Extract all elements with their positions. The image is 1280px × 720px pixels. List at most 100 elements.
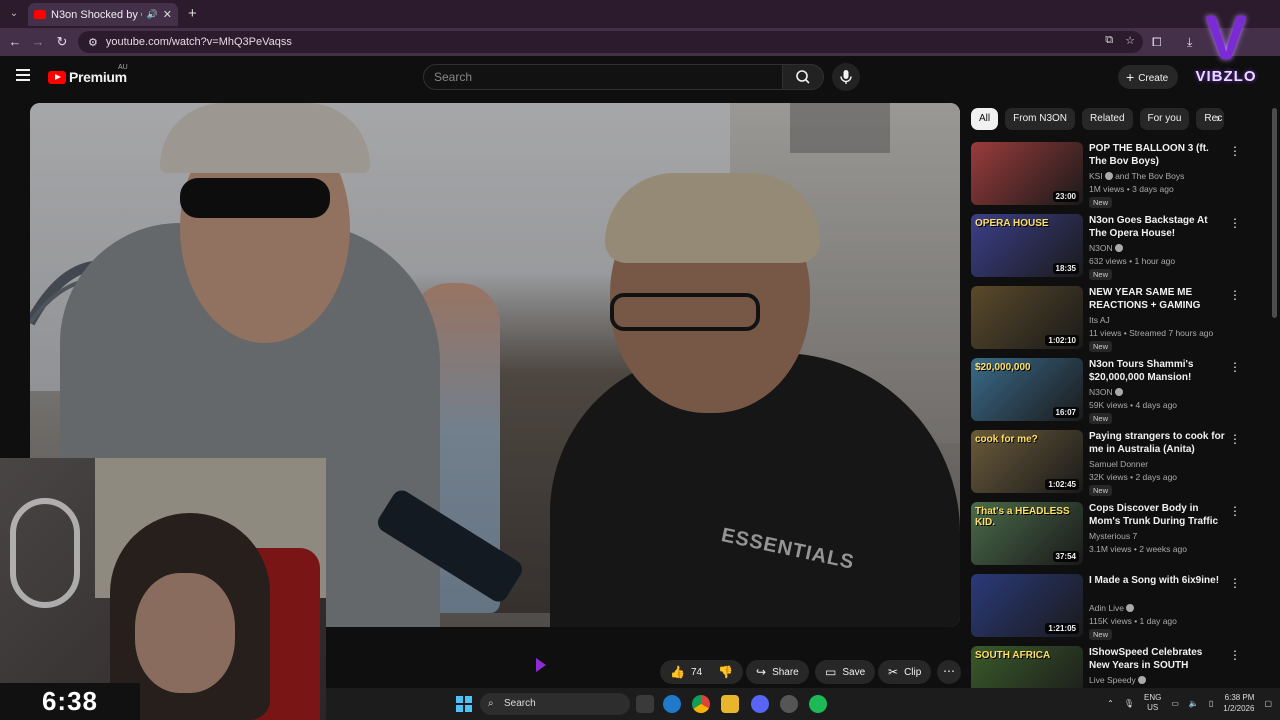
scrollbar[interactable] bbox=[1272, 98, 1277, 688]
channel-name[interactable]: Mysterious 7 bbox=[1089, 531, 1137, 541]
search-input[interactable]: Search bbox=[423, 64, 783, 90]
chip-related[interactable]: Related bbox=[1082, 108, 1133, 130]
create-button[interactable]: + Create bbox=[1118, 65, 1178, 89]
new-tab-button[interactable]: + bbox=[188, 5, 197, 22]
more-options-icon[interactable]: ⋮ bbox=[1229, 576, 1241, 590]
verified-icon bbox=[1137, 676, 1146, 684]
channel-name[interactable]: KSI and The Bov Boys bbox=[1089, 171, 1184, 181]
recommendation-item[interactable]: 1:21:05 I Made a Song with 6ix9ine! Adin L… bbox=[971, 574, 1271, 646]
channel-name[interactable]: N3ON bbox=[1089, 243, 1123, 253]
video-title[interactable]: I Made a Song with 6ix9ine! bbox=[1089, 574, 1225, 587]
webcam-overlay: 6:38 bbox=[0, 458, 326, 720]
recommendation-item[interactable]: cook for me? 1:02:45 Paying strangers to c… bbox=[971, 430, 1271, 502]
save-button[interactable]: ▭ Save bbox=[815, 660, 876, 684]
tray-chevron-icon[interactable]: ⌃ bbox=[1107, 699, 1114, 708]
voice-search-button[interactable] bbox=[832, 63, 860, 91]
tab-close-icon[interactable]: ✕ bbox=[163, 8, 172, 21]
site-info-icon[interactable]: ⚙ bbox=[88, 36, 98, 49]
channel-name[interactable]: Live Speedy bbox=[1089, 675, 1146, 685]
more-options-icon[interactable]: ⋮ bbox=[1229, 144, 1241, 158]
more-options-icon[interactable]: ⋮ bbox=[1229, 648, 1241, 662]
tab-audio-icon[interactable]: 🔊 bbox=[147, 9, 158, 20]
menu-icon[interactable] bbox=[16, 69, 30, 81]
video-title[interactable]: NEW YEAR SAME ME REACTIONS + GAMING WITH… bbox=[1089, 286, 1225, 312]
file-explorer-icon[interactable] bbox=[721, 695, 739, 713]
video-title[interactable]: Paying strangers to cook for me in Austr… bbox=[1089, 430, 1225, 456]
browser-tab[interactable]: N3on Shocked by Crazy Ma 🔊 ✕ bbox=[28, 3, 178, 26]
battery-icon[interactable]: ▯ bbox=[1209, 699, 1213, 708]
video-title[interactable]: N3on Tours Shammi's $20,000,000 Mansion! bbox=[1089, 358, 1225, 384]
dislike-group: 👎 bbox=[708, 660, 743, 684]
video-thumbnail[interactable]: cook for me? 1:02:45 bbox=[971, 430, 1083, 493]
share-group: ↪ Share bbox=[746, 660, 809, 684]
more-options-icon[interactable]: ⋮ bbox=[1229, 504, 1241, 518]
youtube-play-icon bbox=[48, 70, 66, 84]
chip-for-you[interactable]: For you bbox=[1139, 108, 1190, 130]
recommendation-item[interactable]: 1:02:10 NEW YEAR SAME ME REACTIONS + GAMI… bbox=[971, 286, 1271, 358]
channel-name[interactable]: Its AJ bbox=[1089, 315, 1110, 325]
more-actions-icon[interactable]: ⋯ bbox=[937, 660, 961, 684]
channel-watermark: V VIBZLO bbox=[1178, 6, 1274, 90]
more-options-icon[interactable]: ⋮ bbox=[1229, 360, 1241, 374]
volume-icon[interactable]: 🔈 bbox=[1189, 699, 1199, 708]
video-title[interactable]: IShowSpeed Celebrates New Years in SOUTH… bbox=[1089, 646, 1225, 672]
video-thumbnail[interactable]: OPERA HOUSE 18:35 bbox=[971, 214, 1083, 277]
task-view-icon[interactable] bbox=[636, 695, 654, 713]
settings-icon[interactable] bbox=[780, 695, 798, 713]
more-options-icon[interactable]: ⋮ bbox=[1229, 288, 1241, 302]
forward-icon[interactable]: → bbox=[29, 33, 47, 51]
channel-name[interactable]: N3ON bbox=[1089, 387, 1123, 397]
clip-button[interactable]: ✂ Clip bbox=[878, 660, 932, 684]
recommendation-item[interactable]: That's a HEADLESS KID. 37:54 Cops Discover… bbox=[971, 502, 1271, 574]
like-button[interactable]: 👍 74 bbox=[660, 660, 711, 684]
thumbnail-text: $20,000,000 bbox=[975, 362, 1031, 373]
more-options-icon[interactable]: ⋮ bbox=[1229, 432, 1241, 446]
language-indicator[interactable]: ENG US bbox=[1144, 693, 1161, 713]
video-thumbnail[interactable]: 1:21:05 bbox=[971, 574, 1083, 637]
chevron-right-icon[interactable]: › bbox=[1216, 111, 1220, 125]
video-duration: 1:02:45 bbox=[1045, 479, 1079, 490]
bookmark-star-icon[interactable]: ☆ bbox=[1125, 34, 1135, 47]
chip-recent[interactable]: Rec bbox=[1196, 108, 1225, 130]
recommendation-item[interactable]: $20,000,000 16:07 N3on Tours Shammi's $20,… bbox=[971, 358, 1271, 430]
recommendation-item[interactable]: OPERA HOUSE 18:35 N3on Goes Backstage At T… bbox=[971, 214, 1271, 286]
notifications-icon[interactable]: ▢ bbox=[1264, 699, 1272, 708]
video-title[interactable]: POP THE BALLOON 3 (ft. The Bov Boys) bbox=[1089, 142, 1225, 168]
verified-icon bbox=[1104, 172, 1113, 180]
video-title[interactable]: N3on Goes Backstage At The Opera House! bbox=[1089, 214, 1225, 240]
back-icon[interactable]: ← bbox=[6, 33, 24, 51]
clock[interactable]: 6:38 PM 1/2/2026 bbox=[1223, 692, 1254, 714]
edge-icon[interactable] bbox=[663, 695, 681, 713]
install-app-icon[interactable]: ⧉ bbox=[1105, 34, 1113, 47]
spotify-icon[interactable] bbox=[809, 695, 827, 713]
video-thumbnail[interactable]: 1:02:10 bbox=[971, 286, 1083, 349]
channel-name[interactable]: Samuel Donner bbox=[1089, 459, 1148, 469]
tab-search-icon[interactable]: ⌄ bbox=[6, 6, 22, 22]
recommendation-item[interactable]: 23:00 POP THE BALLOON 3 (ft. The Bov Boys… bbox=[971, 142, 1271, 214]
dislike-button[interactable]: 👎 bbox=[708, 660, 743, 684]
share-button[interactable]: ↪ Share bbox=[746, 660, 809, 684]
video-thumbnail[interactable]: 23:00 bbox=[971, 142, 1083, 205]
channel-name[interactable]: Adin Live bbox=[1089, 603, 1134, 613]
chip-all[interactable]: All bbox=[971, 108, 999, 130]
screen: ⌄ N3on Shocked by Crazy Ma 🔊 ✕ + ← → ↻ ⚙… bbox=[0, 0, 1280, 720]
taskbar-search[interactable]: ⌕ Search bbox=[480, 693, 630, 715]
filter-chips: All From N3ON Related For you Rec bbox=[971, 108, 1225, 130]
microphone-tray-icon[interactable]: 🎙 bbox=[1124, 699, 1134, 708]
chrome-icon[interactable] bbox=[692, 695, 710, 713]
windows-start-icon[interactable] bbox=[456, 696, 472, 712]
youtube-logo[interactable]: Premium AU bbox=[48, 64, 128, 85]
search-button[interactable] bbox=[782, 64, 824, 90]
more-options-icon[interactable]: ⋮ bbox=[1229, 216, 1241, 230]
chip-from-n3on[interactable]: From N3ON bbox=[1005, 108, 1076, 130]
address-bar[interactable]: ⚙ youtube.com/watch?v=MhQ3PeVaqss ⧉ ☆ bbox=[78, 31, 1143, 53]
video-thumbnail[interactable]: That's a HEADLESS KID. 37:54 bbox=[971, 502, 1083, 565]
network-icon[interactable]: ▭ bbox=[1171, 699, 1179, 708]
video-title[interactable]: Cops Discover Body in Mom's Trunk During… bbox=[1089, 502, 1225, 528]
video-duration: 37:54 bbox=[1052, 551, 1079, 562]
discord-icon[interactable] bbox=[751, 695, 769, 713]
reload-icon[interactable]: ↻ bbox=[53, 33, 71, 51]
video-thumbnail[interactable]: $20,000,000 16:07 bbox=[971, 358, 1083, 421]
extensions-icon[interactable]: ⧠ bbox=[1152, 35, 1162, 50]
search-icon: ⌕ bbox=[488, 698, 494, 709]
